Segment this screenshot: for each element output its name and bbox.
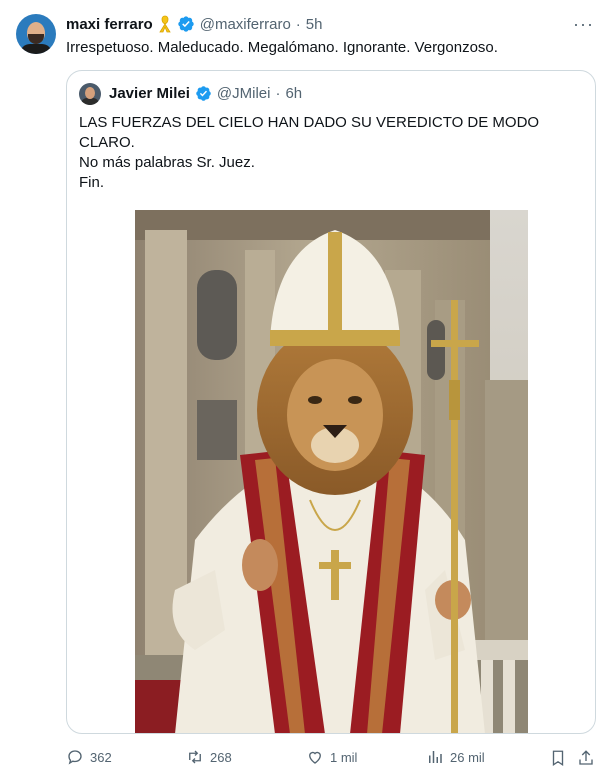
share-icon[interactable] [577,749,595,767]
quoted-tweet[interactable]: Javier Milei @JMilei · 6h LAS FUERZAS DE… [66,70,596,734]
quoted-tweet-text: LAS FUERZAS DEL CIELO HAN DADO SU VEREDI… [79,113,579,193]
quoted-author-handle[interactable]: @JMilei [217,85,271,102]
tweet-header: maxi ferraro @maxiferraro · 5h [66,14,322,34]
action-bar: 362 268 1 mil 26 mil [66,748,596,770]
like-button[interactable]: 1 mil [306,748,357,766]
retweet-button[interactable]: 268 [186,748,232,766]
separator-dot: · [275,85,281,102]
separator-dot: · [295,15,301,33]
quoted-author-avatar[interactable] [79,83,101,105]
bookmark-icon[interactable] [549,749,567,767]
quoted-tweet-timestamp[interactable]: 6h [285,85,302,102]
views-button[interactable]: 26 mil [426,748,485,766]
quoted-tweet-header: Javier Milei @JMilei · 6h [109,85,302,102]
views-count: 26 mil [450,749,485,765]
reply-count: 362 [90,749,112,765]
author-handle[interactable]: @maxiferraro [200,16,291,33]
like-count: 1 mil [330,749,358,765]
verified-badge-icon [196,86,211,101]
retweet-icon [189,750,201,764]
author-avatar[interactable] [16,14,56,54]
heart-icon [309,751,321,764]
reply-icon [68,750,82,765]
quoted-text-line: No más palabras Sr. Juez. [79,154,255,171]
quoted-text-line: LAS FUERZAS DEL CIELO HAN DADO SU VEREDI… [79,114,540,131]
verified-badge-icon [178,16,194,32]
reply-button[interactable]: 362 [66,748,112,766]
quoted-tweet-image[interactable] [135,210,528,733]
analytics-icon [429,751,442,763]
lion-pope-illustration [135,210,528,733]
quoted-author-name[interactable]: Javier Milei [109,85,190,102]
retweet-count: 268 [210,749,232,765]
yellow-ribbon-icon [158,15,171,33]
author-name[interactable]: maxi ferraro [66,16,153,33]
tweet-text: Irrespetuoso. Maleducado. Megalómano. Ig… [66,39,498,56]
tweet-timestamp[interactable]: 5h [306,16,323,33]
quoted-text-line: CLARO. [79,134,135,151]
more-options-icon[interactable]: ··· [573,14,594,35]
quoted-text-line: Fin. [79,174,105,191]
